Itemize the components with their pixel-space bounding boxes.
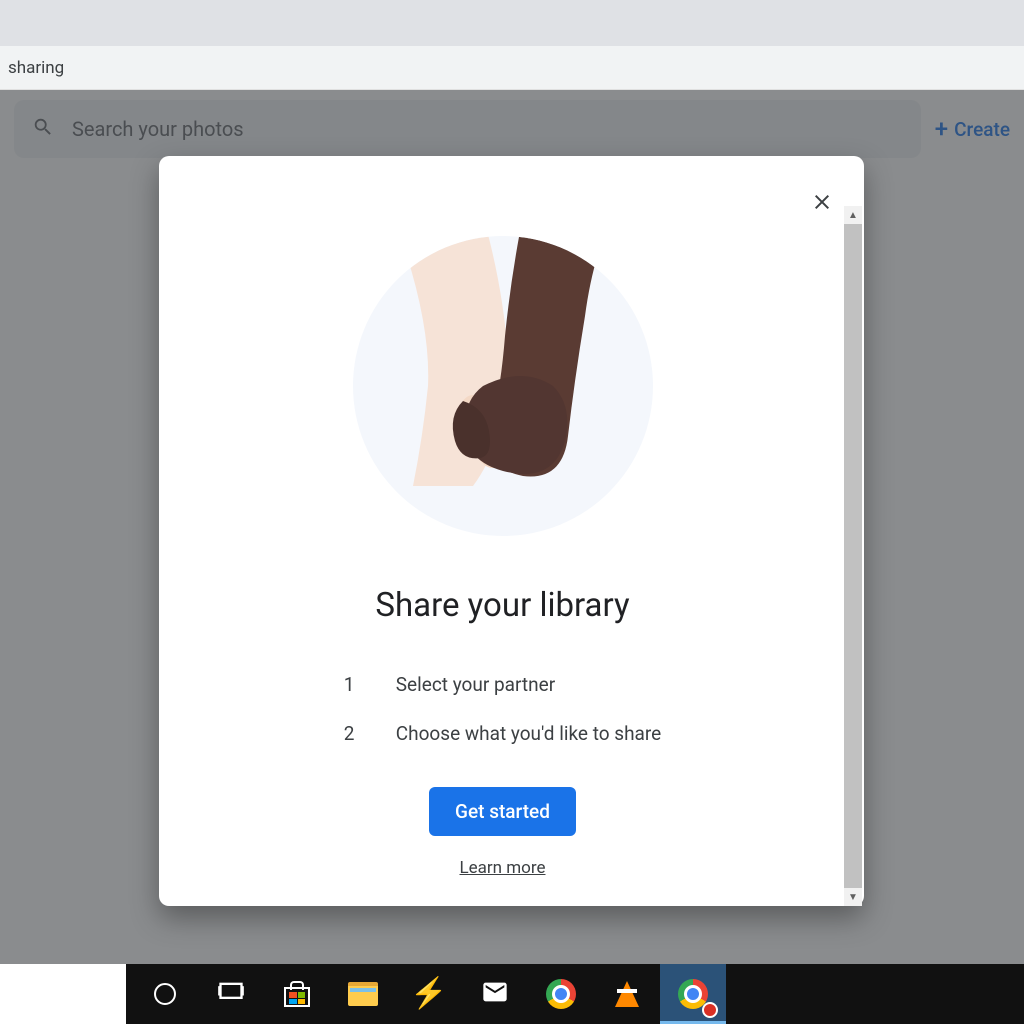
taskbar-azure-app[interactable]: ⚡	[396, 964, 462, 1024]
step-text: Choose what you'd like to share	[396, 722, 661, 745]
holding-hands-illustration	[353, 236, 653, 536]
windows-taskbar: ⚡	[0, 964, 1024, 1024]
taskbar-main: ⚡	[126, 964, 1024, 1024]
cortana-icon	[154, 983, 176, 1005]
modal-title: Share your library	[375, 586, 629, 625]
modal-scrollbar[interactable]: ▲ ▼	[844, 206, 862, 906]
url-fragment: sharing	[8, 58, 64, 78]
address-bar[interactable]: sharing	[0, 46, 1024, 90]
notification-badge-icon	[702, 1002, 718, 1018]
task-view-icon	[217, 978, 245, 1010]
lightning-icon: ⚡	[410, 979, 447, 1009]
step-number: 2	[344, 722, 356, 745]
modal-body: Share your library 1 Select your partner…	[159, 156, 846, 878]
steps-list: 1 Select your partner 2 Choose what you'…	[344, 673, 661, 745]
taskbar-cortana[interactable]	[132, 964, 198, 1024]
step-item: 1 Select your partner	[344, 673, 661, 696]
taskbar-vlc[interactable]	[594, 964, 660, 1024]
mail-icon	[481, 978, 509, 1010]
scroll-down-arrow-icon[interactable]: ▼	[844, 888, 862, 906]
taskbar-chrome-active[interactable]	[660, 964, 726, 1024]
browser-tabstrip	[0, 0, 1024, 46]
taskbar-mail[interactable]	[462, 964, 528, 1024]
get-started-button[interactable]: Get started	[429, 787, 576, 836]
vlc-icon	[615, 981, 639, 1007]
step-item: 2 Choose what you'd like to share	[344, 722, 661, 745]
file-explorer-icon	[348, 982, 378, 1006]
close-button[interactable]	[804, 184, 840, 224]
chrome-icon	[546, 979, 576, 1009]
learn-more-link[interactable]: Learn more	[459, 858, 545, 878]
taskbar-microsoft-store[interactable]	[264, 964, 330, 1024]
taskbar-task-view[interactable]	[198, 964, 264, 1024]
app-content: + Create	[0, 90, 1024, 964]
microsoft-store-icon	[282, 981, 312, 1007]
close-icon	[810, 199, 834, 218]
taskbar-chrome[interactable]	[528, 964, 594, 1024]
taskbar-left-gap	[0, 964, 126, 1024]
share-library-modal: Share your library 1 Select your partner…	[159, 156, 864, 906]
step-number: 1	[344, 673, 356, 696]
scroll-thumb[interactable]	[844, 224, 862, 888]
scroll-up-arrow-icon[interactable]: ▲	[844, 206, 862, 224]
step-text: Select your partner	[396, 673, 555, 696]
taskbar-file-explorer[interactable]	[330, 964, 396, 1024]
